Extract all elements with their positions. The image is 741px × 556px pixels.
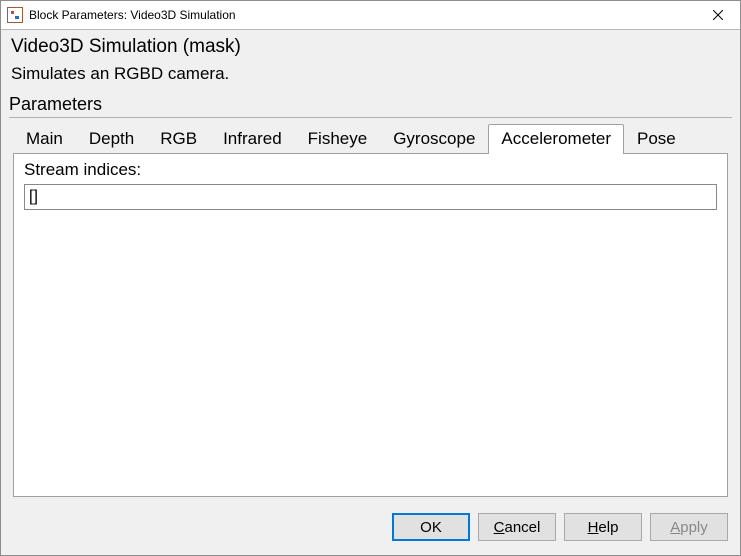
cancel-button-label: Cancel <box>494 519 541 536</box>
tab-fisheye[interactable]: Fisheye <box>295 124 381 153</box>
mask-description: Simulates an RGBD camera. <box>11 64 730 84</box>
tab-bar: Main Depth RGB Infrared Fisheye Gyroscop… <box>13 124 732 153</box>
parameters-group: Parameters Main Depth RGB Infrared Fishe… <box>9 94 732 505</box>
app-icon <box>7 7 23 23</box>
cancel-button[interactable]: Cancel <box>478 513 556 541</box>
tab-pose[interactable]: Pose <box>624 124 689 153</box>
tab-gyroscope[interactable]: Gyroscope <box>380 124 488 153</box>
help-button[interactable]: Help <box>564 513 642 541</box>
titlebar: Block Parameters: Video3D Simulation <box>1 1 740 30</box>
tab-depth[interactable]: Depth <box>76 124 147 153</box>
window-title: Block Parameters: Video3D Simulation <box>29 8 696 22</box>
stream-indices-label: Stream indices: <box>24 160 717 180</box>
apply-button-label: Apply <box>670 519 708 536</box>
button-bar: OK Cancel Help Apply <box>1 505 740 555</box>
mask-title: Video3D Simulation (mask) <box>11 36 730 58</box>
close-button[interactable] <box>696 1 740 30</box>
help-button-label: Help <box>588 519 619 536</box>
mask-header: Video3D Simulation (mask) Simulates an R… <box>1 30 740 94</box>
tab-accelerometer[interactable]: Accelerometer <box>488 124 624 154</box>
tab-panel-accelerometer: Stream indices: <box>13 153 728 497</box>
ok-button-label: OK <box>420 519 442 536</box>
dialog-window: Block Parameters: Video3D Simulation Vid… <box>0 0 741 556</box>
ok-button[interactable]: OK <box>392 513 470 541</box>
tab-rgb[interactable]: RGB <box>147 124 210 153</box>
apply-button[interactable]: Apply <box>650 513 728 541</box>
tab-infrared[interactable]: Infrared <box>210 124 295 153</box>
parameters-label: Parameters <box>9 94 732 118</box>
close-icon <box>713 10 723 20</box>
tab-main[interactable]: Main <box>13 124 76 153</box>
stream-indices-input[interactable] <box>24 184 717 210</box>
